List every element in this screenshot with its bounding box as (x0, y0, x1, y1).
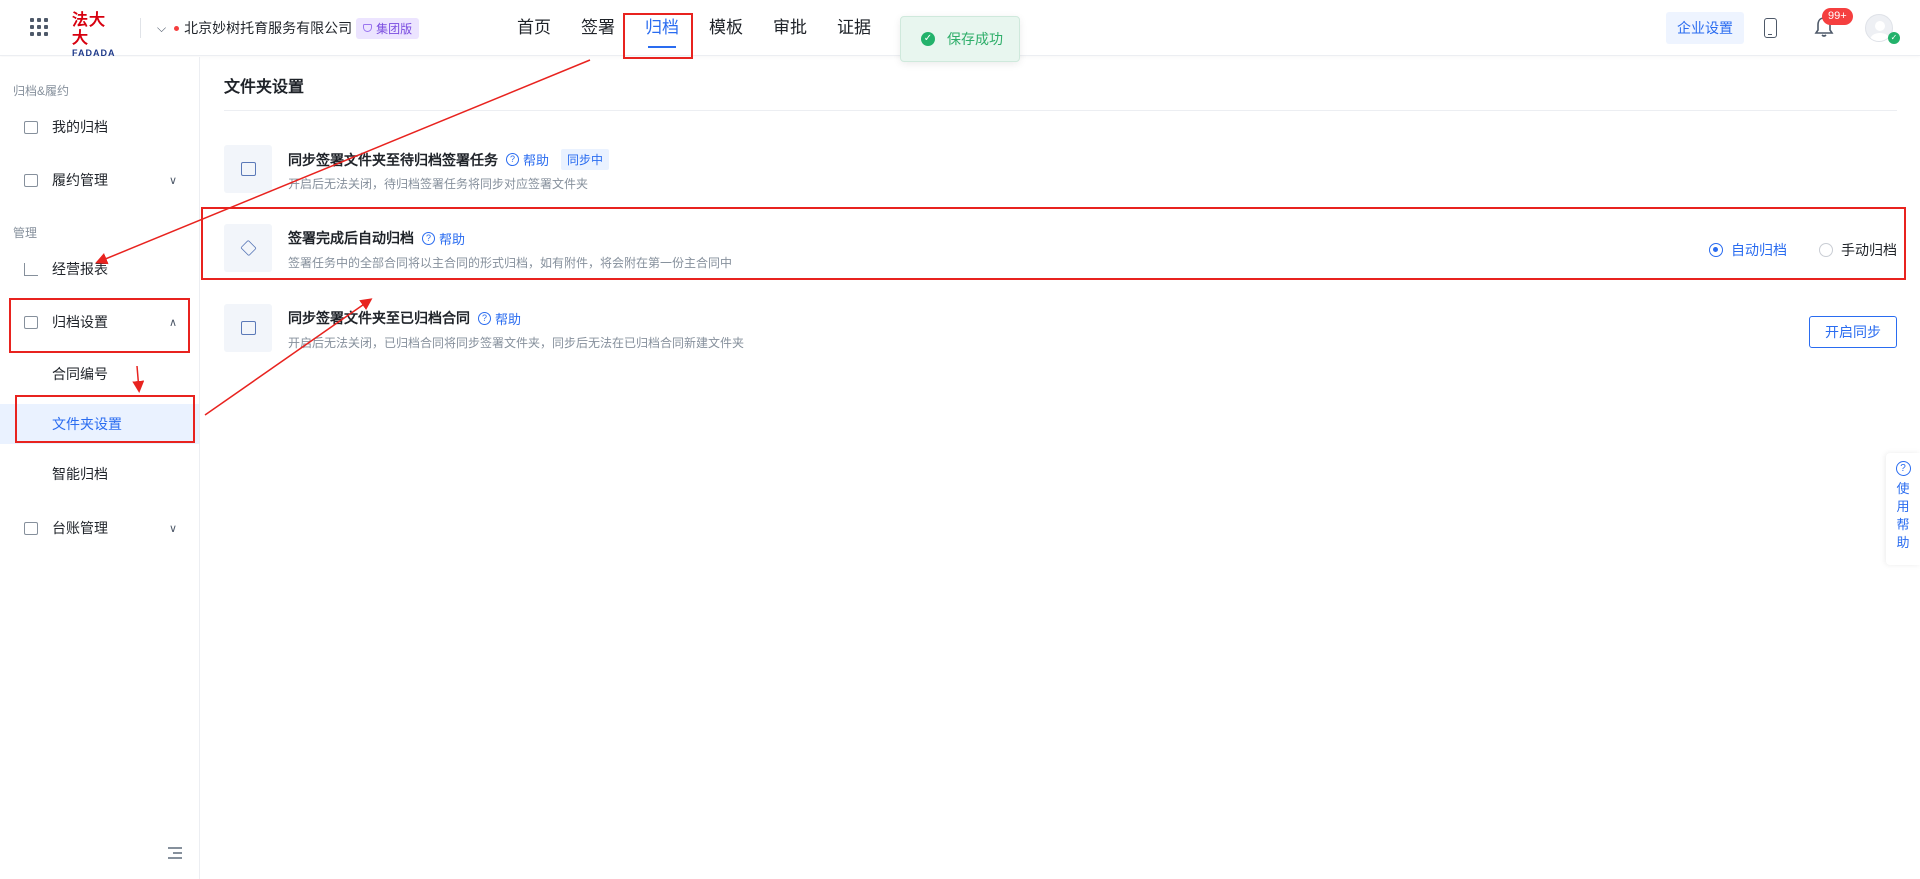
chevron-down-icon: ⌵ (157, 20, 167, 35)
chevron-down-icon: ∨ (168, 174, 177, 187)
tab-archive[interactable]: 归档 (630, 0, 694, 56)
help-char: 帮 (1896, 517, 1910, 532)
radio-unselected-icon (1819, 243, 1833, 257)
help-link[interactable]: ? 帮助 (478, 309, 521, 328)
title-divider (224, 110, 1897, 111)
question-circle-icon: ? (506, 153, 519, 166)
setting-auto-archive: 签署完成后自动归档 ? 帮助 签署任务中的全部合同将以主合同的形式归档，如有附件… (224, 224, 1897, 280)
tab-evidence[interactable]: 证据 (822, 0, 886, 56)
radio-manual-archive[interactable]: 手动归档 (1819, 240, 1897, 260)
setting-description: 开启后无法关闭，已归档合同将同步签署文件夹，同步后无法在已归档合同新建文件夹 (288, 336, 745, 350)
sidebar-section-archive: 归档&履约 (13, 84, 70, 98)
setting-title: 同步签署文件夹至待归档签署任务 (288, 151, 498, 168)
page-title: 文件夹设置 (224, 79, 305, 96)
help-link[interactable]: ? 帮助 (422, 229, 465, 248)
archive-mode-radio-group: 自动归档 手动归档 (1677, 240, 1897, 260)
app-grid-icon[interactable] (30, 18, 48, 36)
main-nav-tabs: 首页 签署 归档 模板 审批 证据 智 (502, 0, 950, 56)
sidebar-subitem-contract-number[interactable]: 合同编号 (0, 354, 199, 394)
company-switcher[interactable]: ⌵ 北京妙树托育服务有限公司 集团版 (157, 16, 420, 40)
setting-title: 同步签署文件夹至已归档合同 (288, 310, 470, 326)
tab-home[interactable]: 首页 (502, 0, 566, 56)
main-content: 文件夹设置 同步签署文件夹至待归档签署任务 ? 帮助 同步中 开启后无法关闭，待… (201, 57, 1920, 879)
sidebar-item-label: 归档设置 (52, 314, 108, 330)
question-circle-icon: ? (422, 231, 435, 245)
chevron-up-icon: ∧ (168, 316, 177, 329)
check-circle-icon: ✓ (921, 32, 935, 46)
sidebar-item-my-archive[interactable]: 我的归档 (0, 107, 199, 147)
tab-template[interactable]: 模板 (694, 0, 758, 56)
notification-count-badge: 99+ (1822, 8, 1853, 25)
archive-box-icon (24, 120, 38, 134)
tab-sign[interactable]: 签署 (566, 0, 630, 56)
help-link[interactable]: ? 帮助 (506, 150, 549, 169)
syncing-status-tag: 同步中 (561, 149, 610, 170)
company-name: 北京妙树托育服务有限公司 (184, 20, 353, 36)
sidebar-item-label: 台账管理 (52, 520, 108, 536)
briefcase-icon (224, 304, 272, 352)
setting-description: 签署任务中的全部合同将以主合同的形式归档，如有附件，将会附在第一份主合同中 (288, 256, 733, 270)
success-toast: ✓ 保存成功 (900, 16, 1020, 62)
sidebar-item-performance[interactable]: 履约管理 ∨ (0, 160, 199, 200)
sidebar-item-business-report[interactable]: 经营报表 (0, 249, 199, 289)
folder-sync-icon (224, 145, 272, 193)
setting-sync-pending: 同步签署文件夹至待归档签署任务 ? 帮助 同步中 开启后无法关闭，待归档签署任务… (224, 145, 1897, 201)
sidebar-subitem-folder-settings[interactable]: 文件夹设置 (0, 404, 199, 444)
chevron-down-icon: ∨ (168, 522, 177, 535)
edition-badge: 集团版 (356, 17, 420, 39)
setting-description: 开启后无法关闭，待归档签署任务将同步对应签署文件夹 (288, 177, 589, 191)
diamond-icon (363, 24, 373, 32)
radio-label: 手动归档 (1841, 242, 1897, 258)
question-circle-icon: ? (1895, 461, 1911, 476)
sidebar-item-ledger[interactable]: 台账管理 ∨ (0, 508, 199, 548)
sidebar-item-label: 经营报表 (52, 261, 108, 277)
help-label: 帮助 (495, 311, 522, 327)
bar-chart-icon (24, 262, 38, 276)
edition-badge-label: 集团版 (376, 21, 413, 36)
tab-approval[interactable]: 审批 (758, 0, 822, 56)
mobile-phone-icon[interactable] (1764, 18, 1777, 38)
sidebar-section-manage: 管理 (13, 226, 38, 240)
help-char: 助 (1896, 535, 1910, 550)
sidebar-item-label: 履约管理 (52, 172, 108, 188)
sidebar-item-label: 我的归档 (52, 119, 108, 135)
enable-sync-button[interactable]: 开启同步 (1809, 316, 1897, 348)
sidebar: 归档&履约 我的归档 履约管理 ∨ 管理 经营报表 归档设置 ∧ 合同编号 文件… (0, 57, 200, 879)
help-char: 使 (1896, 481, 1910, 496)
question-circle-icon: ? (478, 311, 491, 325)
radio-selected-icon (1709, 243, 1723, 257)
help-label: 帮助 (439, 231, 466, 247)
fadada-logo[interactable]: 法大大 FADADA (72, 12, 122, 58)
logo-cn: 法大大 (72, 12, 107, 47)
header-divider (140, 18, 141, 38)
setting-title-row: 同步签署文件夹至待归档签署任务 ? 帮助 同步中 (288, 149, 610, 170)
sidebar-subitem-smart-archive[interactable]: 智能归档 (0, 454, 199, 494)
help-label: 帮助 (523, 153, 550, 168)
toast-message: 保存成功 (947, 31, 1003, 47)
radio-label: 自动归档 (1731, 242, 1787, 258)
setting-title-row: 签署完成后自动归档 ? 帮助 (288, 228, 465, 248)
setting-title-row: 同步签署文件夹至已归档合同 ? 帮助 (288, 308, 521, 328)
sidebar-item-archive-settings[interactable]: 归档设置 ∧ (0, 302, 199, 342)
setting-sync-archived: 同步签署文件夹至已归档合同 ? 帮助 开启后无法关闭，已归档合同将同步签署文件夹… (224, 304, 1897, 360)
ledger-table-icon (24, 521, 38, 535)
setting-title: 签署完成后自动归档 (288, 230, 414, 246)
help-char: 用 (1896, 499, 1910, 514)
document-edit-icon (24, 173, 38, 187)
radio-auto-archive[interactable]: 自动归档 (1709, 240, 1787, 260)
company-status-dot (174, 25, 180, 31)
verified-shield-icon: ✓ (1888, 32, 1900, 44)
layers-icon (224, 224, 272, 272)
enterprise-settings-button[interactable]: 企业设置 (1666, 12, 1744, 44)
usage-help-float[interactable]: ? 使 用 帮 助 (1886, 453, 1920, 565)
collapse-sidebar-icon[interactable] (168, 847, 182, 859)
folder-settings-icon (24, 315, 38, 329)
